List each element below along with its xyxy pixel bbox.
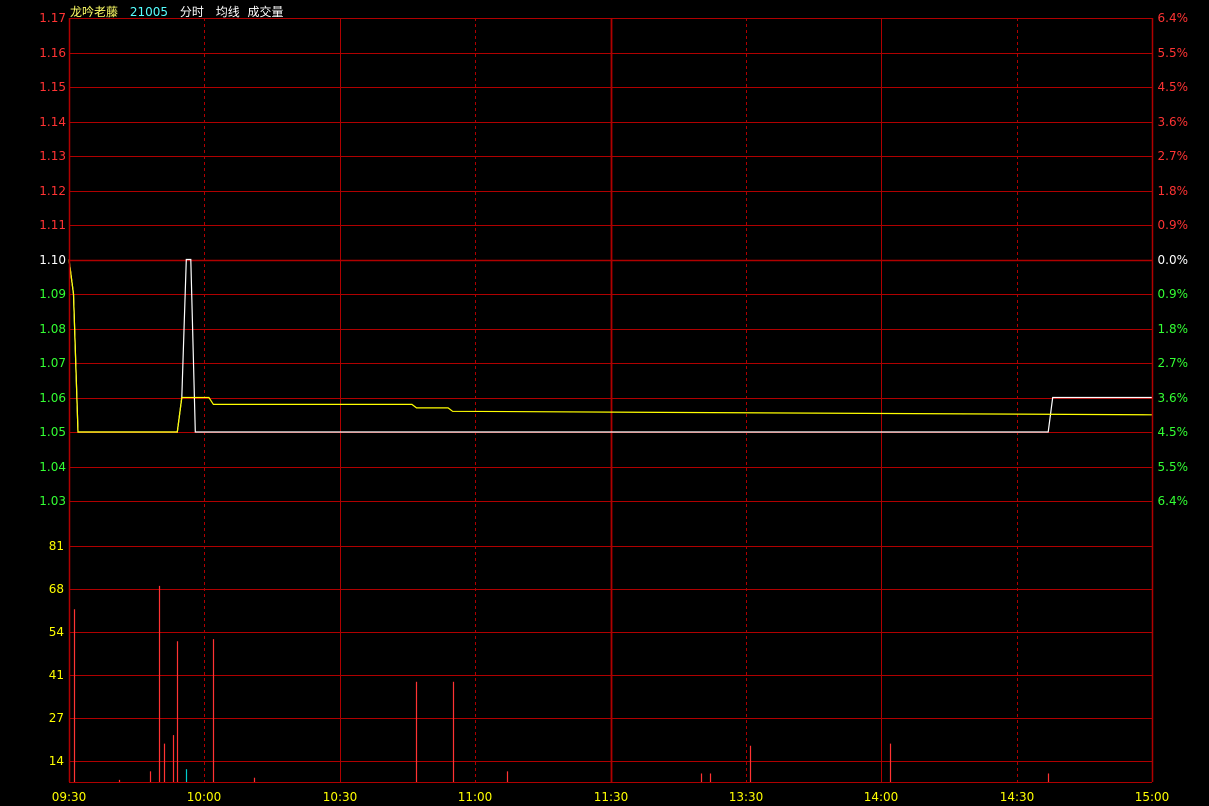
- time-tick-label: 10:00: [187, 790, 222, 804]
- price-tick-label: 1.06: [39, 391, 66, 405]
- price-tick-label: 1.08: [39, 322, 66, 336]
- price-tick-label: 1.09: [39, 287, 66, 301]
- percent-tick-label: 3.6%: [1158, 391, 1189, 405]
- percent-tick-label: 0.0%: [1158, 253, 1189, 267]
- price-tick-label: 1.14: [39, 115, 66, 129]
- price-tick-label: 1.17: [39, 11, 66, 25]
- percent-tick-label: 0.9%: [1158, 287, 1189, 301]
- time-tick-label: 15:00: [1135, 790, 1170, 804]
- price-tick-label: 1.11: [39, 218, 66, 232]
- price-tick-label: 1.03: [39, 494, 66, 508]
- time-tick-label: 09:30: [52, 790, 87, 804]
- volume-tick-label: 14: [49, 754, 64, 768]
- volume-tick-label: 81: [49, 539, 64, 553]
- percent-tick-label: 0.9%: [1158, 218, 1189, 232]
- price-tick-label: 1.16: [39, 46, 66, 60]
- percent-tick-label: 5.5%: [1158, 460, 1189, 474]
- time-tick-label: 10:30: [323, 790, 358, 804]
- percent-tick-label: 1.8%: [1158, 184, 1189, 198]
- price-line: [68, 258, 1152, 433]
- percent-tick-label: 4.5%: [1158, 425, 1189, 439]
- price-tick-label: 1.05: [39, 425, 66, 439]
- percent-tick-label: 6.4%: [1158, 494, 1189, 508]
- intraday-chart[interactable]: 1.17 1.16 1.15 1.14 1.13 1.12 1.11 1.10 1.09 1.08…: [0, 0, 1209, 806]
- time-tick-label: 14:30: [1000, 790, 1035, 804]
- price-tick-label: 1.04: [39, 460, 66, 474]
- price-tick-label: 1.07: [39, 356, 66, 370]
- percent-tick-label: 4.5%: [1158, 80, 1189, 94]
- percent-tick-label: 1.8%: [1158, 322, 1189, 336]
- price-tick-label: 1.12: [39, 184, 66, 198]
- percent-tick-label: 3.6%: [1158, 115, 1189, 129]
- price-tick-label: 1.15: [39, 80, 66, 94]
- percent-tick-label: 2.7%: [1158, 149, 1189, 163]
- percent-tick-label: 5.5%: [1158, 46, 1189, 60]
- price-tick-label: 1.13: [39, 149, 66, 163]
- volume-tick-label: 27: [49, 711, 64, 725]
- average-line: [68, 259, 1153, 433]
- time-tick-label: 13:30: [729, 790, 764, 804]
- time-tick-label: 11:00: [458, 790, 493, 804]
- price-tick-label: 1.10: [39, 253, 66, 267]
- percent-tick-label: 6.4%: [1158, 11, 1189, 25]
- volume-tick-label: 68: [49, 582, 64, 596]
- percent-tick-label: 2.7%: [1158, 356, 1189, 370]
- time-tick-label: 14:00: [864, 790, 899, 804]
- time-tick-label: 11:30: [594, 790, 629, 804]
- volume-tick-label: 41: [49, 668, 64, 682]
- volume-tick-label: 54: [49, 625, 64, 639]
